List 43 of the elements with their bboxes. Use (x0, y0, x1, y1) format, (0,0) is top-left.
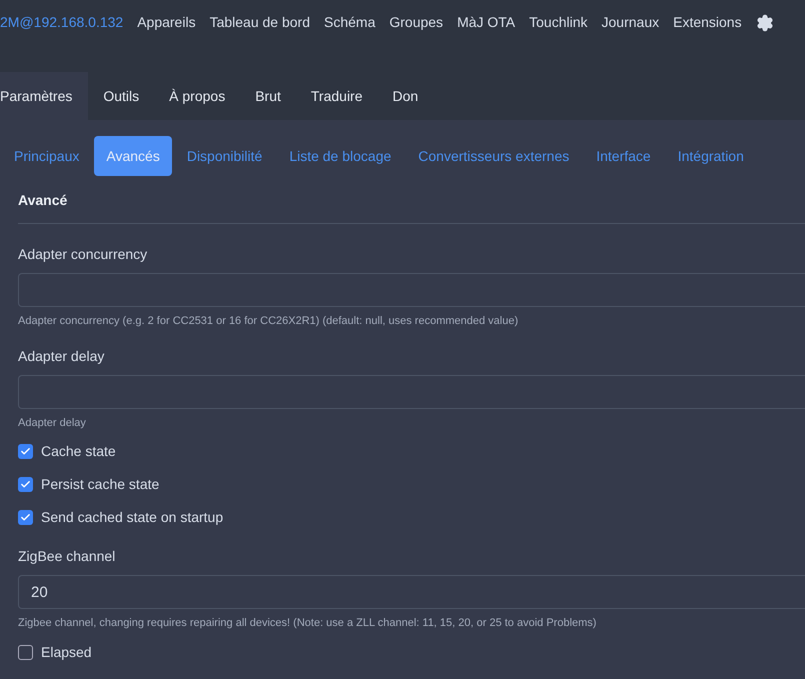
tab[interactable]: Traduire (296, 72, 378, 120)
checkbox-label: Cache state (41, 442, 116, 461)
tab[interactable]: Intégration (666, 136, 756, 176)
brand-link[interactable]: 2M@192.168.0.132 (0, 12, 124, 33)
tab[interactable]: Interface (584, 136, 663, 176)
checkbox-label: Send cached state on startup (41, 508, 224, 527)
tab[interactable]: Brut (240, 72, 296, 120)
nav-link[interactable]: Groupes (389, 12, 444, 33)
nav-link[interactable]: MàJ OTA (457, 12, 516, 33)
tab[interactable]: Liste de blocage (277, 136, 404, 176)
check-icon (20, 479, 31, 490)
nav-link[interactable]: Journaux (602, 12, 660, 33)
tab[interactable]: Principaux (2, 136, 92, 176)
tab[interactable]: Paramètres (0, 72, 88, 120)
tab[interactable]: Outils (88, 72, 154, 120)
help-text: Adapter delay (18, 416, 87, 430)
check-icon (20, 512, 31, 523)
input-field[interactable]: 20 (18, 575, 805, 609)
checkbox[interactable] (18, 644, 33, 660)
tab[interactable]: À propos (154, 72, 240, 120)
help-text: Zigbee channel, changing requires repairing all devices! (Note: use a ZLL channel: 11, 15, 20, or 25 to avoid Problems) (18, 616, 598, 631)
input-field[interactable] (18, 374, 805, 408)
checkbox-label: Persist cache state (41, 475, 160, 494)
nav-link[interactable]: Schéma (324, 12, 376, 33)
field-label: Adapter delay (18, 346, 106, 366)
nav-link[interactable]: Appareils (137, 12, 196, 33)
checkbox[interactable] (18, 444, 33, 459)
check-icon (20, 446, 31, 457)
settings-icon[interactable] (756, 14, 774, 32)
checkbox-label: Elapsed (41, 642, 92, 662)
tab[interactable]: Disponibilité (174, 136, 274, 176)
checkbox[interactable] (18, 510, 33, 525)
input-field[interactable] (18, 273, 805, 307)
checkbox[interactable] (18, 477, 33, 492)
nav-link[interactable]: Extensions (673, 12, 742, 33)
nav-link[interactable]: Touchlink (529, 12, 588, 33)
section-title: Avancé (18, 191, 68, 210)
tab[interactable]: Don (378, 72, 434, 120)
field-label: ZigBee channel (18, 547, 116, 566)
nav-link[interactable]: Tableau de bord (210, 12, 310, 33)
tab[interactable]: Convertisseurs externes (406, 136, 582, 176)
help-text: Adapter concurrency (e.g. 2 for CC2531 or 16 for CC26X2R1) (default: null, uses recommended value) (18, 314, 520, 329)
field-label: Adapter concurrency (18, 245, 148, 264)
